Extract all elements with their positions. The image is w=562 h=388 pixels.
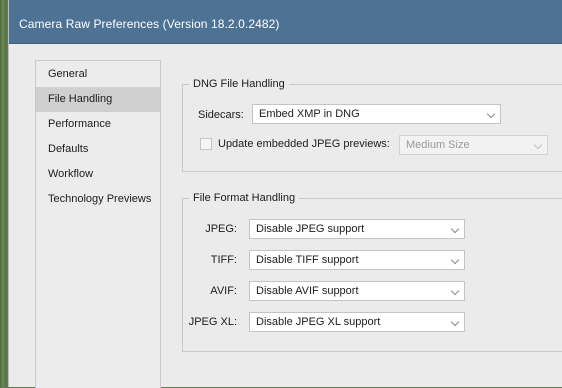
window-title: Camera Raw Preferences (Version 18.2.0.2…: [19, 17, 280, 31]
preview-size-value: Medium Size: [406, 139, 470, 151]
title-bar[interactable]: Camera Raw Preferences (Version 18.2.0.2…: [9, 0, 562, 44]
tiff-value: Disable TIFF support: [256, 254, 359, 266]
jpeg-value: Disable JPEG support: [256, 223, 365, 235]
sidebar-item-file-handling[interactable]: File Handling: [36, 87, 160, 112]
jpeg-xl-value: Disable JPEG XL support: [256, 316, 381, 328]
sidebar-item-performance[interactable]: Performance: [36, 112, 160, 137]
dng-file-handling-group: DNG File Handling: [182, 77, 562, 172]
chevron-down-icon: [450, 286, 460, 296]
sidecars-value: Embed XMP in DNG: [259, 108, 360, 120]
preferences-dialog: Camera Raw Preferences (Version 18.2.0.2…: [8, 0, 562, 388]
chevron-down-icon: [450, 255, 460, 265]
jpeg-select[interactable]: Disable JPEG support: [249, 219, 465, 239]
dng-file-handling-title: DNG File Handling: [189, 77, 289, 92]
sidebar-item-workflow[interactable]: Workflow: [36, 162, 160, 187]
jpeg-xl-select[interactable]: Disable JPEG XL support: [249, 312, 465, 332]
sidecars-label: Sidecars:: [198, 109, 244, 121]
sidecars-select[interactable]: Embed XMP in DNG: [252, 104, 501, 124]
jpeg-xl-label: JPEG XL:: [188, 316, 237, 328]
avif-value: Disable AVIF support: [256, 285, 359, 297]
sidebar-item-defaults[interactable]: Defaults: [36, 137, 160, 162]
avif-select[interactable]: Disable AVIF support: [249, 281, 465, 301]
preview-size-select[interactable]: Medium Size: [399, 135, 548, 155]
preferences-sidebar: General File Handling Performance Defaul…: [35, 60, 161, 388]
sidebar-item-general[interactable]: General: [36, 62, 160, 87]
tiff-label: TIFF:: [210, 254, 237, 266]
update-previews-checkbox[interactable]: [200, 138, 212, 150]
file-format-handling-title: File Format Handling: [189, 191, 300, 206]
chevron-down-icon: [533, 140, 543, 150]
sidebar-item-technology-previews[interactable]: Technology Previews: [36, 187, 160, 212]
chevron-down-icon: [486, 109, 496, 119]
chevron-down-icon: [450, 317, 460, 327]
tiff-select[interactable]: Disable TIFF support: [249, 250, 465, 270]
update-previews-label: Update embedded JPEG previews:: [218, 138, 390, 150]
avif-label: AVIF:: [210, 285, 237, 297]
jpeg-label: JPEG:: [205, 223, 237, 235]
chevron-down-icon: [450, 224, 460, 234]
